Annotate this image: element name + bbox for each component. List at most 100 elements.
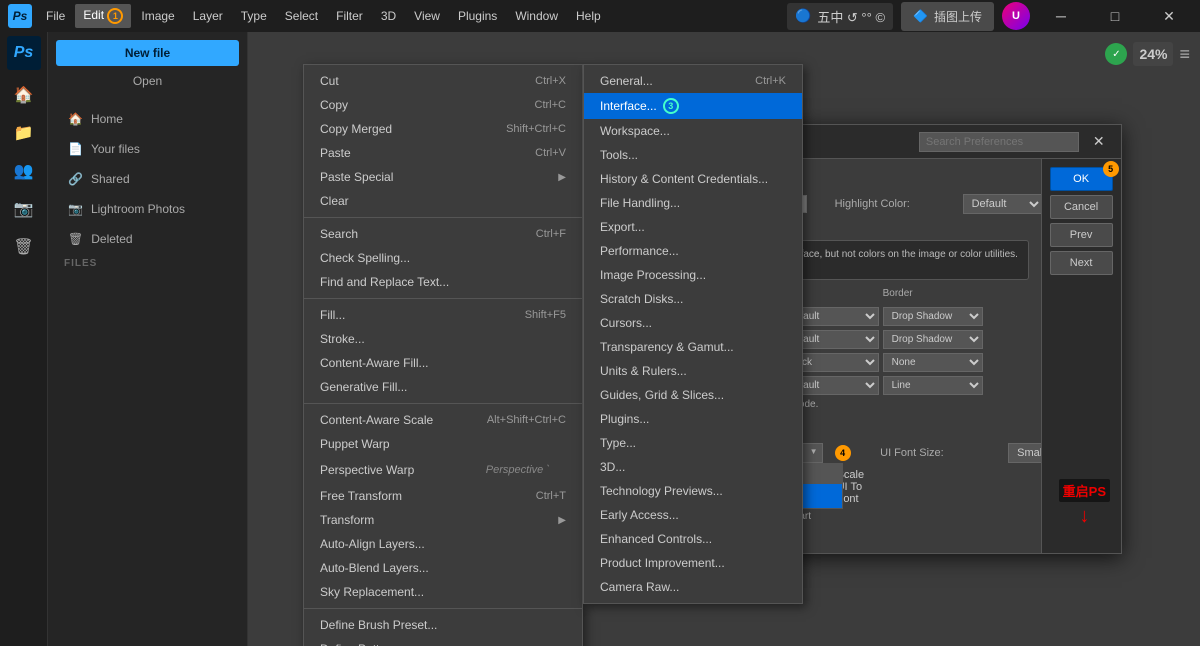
- sidebar-lightroom[interactable]: 📷: [7, 192, 41, 226]
- menu-copy[interactable]: Copy Ctrl+C: [304, 93, 582, 117]
- user-avatar[interactable]: U: [1002, 2, 1030, 30]
- menu-perspective-warp[interactable]: Perspective Warp Perspective `: [304, 456, 582, 484]
- submenu-tools[interactable]: Tools...: [584, 143, 802, 167]
- submenu-enhanced-controls[interactable]: Enhanced Controls...: [584, 527, 802, 551]
- dialog-close-button[interactable]: ✕: [1087, 131, 1111, 152]
- search-preferences[interactable]: [919, 132, 1079, 152]
- next-button[interactable]: Next: [1050, 251, 1113, 275]
- submenu-interface[interactable]: Interface... 3: [584, 93, 802, 119]
- prev-button[interactable]: Prev: [1050, 223, 1113, 247]
- open-button[interactable]: Open: [56, 70, 239, 92]
- chinese-icon: 🔵: [795, 8, 811, 24]
- submenu-workspace[interactable]: Workspace...: [584, 119, 802, 143]
- submenu-transparency[interactable]: Transparency & Gamut...: [584, 335, 802, 359]
- menu-view[interactable]: View: [406, 5, 448, 27]
- title-bar-right: 🔵 五中 ↺ °° © 🔷 插图上传 U ─ □ ✕: [787, 0, 1192, 32]
- submenu-export[interactable]: Export...: [584, 215, 802, 239]
- maximize-button[interactable]: □: [1092, 0, 1138, 32]
- ui-font-row: UI Font Size: Small: [880, 443, 1040, 463]
- menu-paste[interactable]: Paste Ctrl+V: [304, 141, 582, 165]
- menu-3d[interactable]: 3D: [373, 5, 404, 27]
- nav-your-files[interactable]: 📄 Your files: [56, 134, 239, 164]
- submenu-plugins[interactable]: Plugins...: [584, 407, 802, 431]
- submenu-3d[interactable]: 3D...: [584, 455, 802, 479]
- menu-stroke[interactable]: Stroke...: [304, 327, 582, 351]
- copy-shortcut: Ctrl+C: [535, 99, 566, 111]
- edit-badge: 1: [107, 8, 123, 24]
- ui-font-select[interactable]: Small: [1008, 443, 1040, 463]
- menu-define-brush[interactable]: Define Brush Preset...: [304, 613, 582, 637]
- menu-generative-fill[interactable]: Generative Fill...: [304, 375, 582, 399]
- submenu-units-rulers[interactable]: Units & Rulers...: [584, 359, 802, 383]
- submenu-early-access[interactable]: Early Access...: [584, 503, 802, 527]
- menu-window[interactable]: Window: [507, 5, 566, 27]
- cut-shortcut: Ctrl+X: [535, 75, 566, 87]
- menu-content-aware-fill[interactable]: Content-Aware Fill...: [304, 351, 582, 375]
- menu-type[interactable]: Type: [233, 5, 275, 27]
- menu-check-spelling[interactable]: Check Spelling...: [304, 246, 582, 270]
- highlight-color-select[interactable]: Default: [963, 194, 1041, 214]
- menu-auto-blend[interactable]: Auto-Blend Layers...: [304, 556, 582, 580]
- badge-24: 24%: [1133, 42, 1173, 66]
- menu-content-aware-scale[interactable]: Content-Aware Scale Alt+Shift+Ctrl+C: [304, 408, 582, 432]
- menu-filter[interactable]: Filter: [328, 5, 371, 27]
- submenu-tech-previews[interactable]: Technology Previews...: [584, 479, 802, 503]
- edit-menu: Cut Ctrl+X Copy Ctrl+C Copy Merged Shift…: [303, 64, 583, 646]
- menu-puppet-warp[interactable]: Puppet Warp: [304, 432, 582, 456]
- menu-select[interactable]: Select: [277, 5, 326, 27]
- submenu-general[interactable]: General... Ctrl+K: [584, 69, 802, 93]
- menu-auto-align[interactable]: Auto-Align Layers...: [304, 532, 582, 556]
- submenu-cursors[interactable]: Cursors...: [584, 311, 802, 335]
- menu-copy-merged[interactable]: Copy Merged Shift+Ctrl+C: [304, 117, 582, 141]
- menu-layer[interactable]: Layer: [185, 5, 231, 27]
- upload-button[interactable]: 🔷 插图上传: [901, 2, 994, 31]
- menu-search[interactable]: Search Ctrl+F: [304, 222, 582, 246]
- std-border-select[interactable]: Drop Shadow: [883, 307, 983, 326]
- artboards-border[interactable]: Line: [883, 376, 983, 395]
- close-button[interactable]: ✕: [1146, 0, 1192, 32]
- fullscreen-menus-border[interactable]: Drop Shadow: [883, 330, 983, 349]
- menu-sky-replacement[interactable]: Sky Replacement...: [304, 580, 582, 604]
- nav-lightroom[interactable]: 📷 Lightroom Photos: [56, 194, 239, 224]
- sidebar-deleted[interactable]: 🗑: [7, 230, 41, 264]
- submenu-image-processing[interactable]: Image Processing...: [584, 263, 802, 287]
- dialog-actions: OK 5 Cancel Prev Next: [1041, 159, 1121, 553]
- ok-button-container: OK 5: [1050, 167, 1113, 191]
- submenu-file-handling[interactable]: File Handling...: [584, 191, 802, 215]
- menu-plugins[interactable]: Plugins: [450, 5, 505, 27]
- nav-shared[interactable]: 🔗 Shared: [56, 164, 239, 194]
- sidebar-shared[interactable]: 👥: [7, 154, 41, 188]
- submenu-performance[interactable]: Performance...: [584, 239, 802, 263]
- submenu-history[interactable]: History & Content Credentials...: [584, 167, 802, 191]
- submenu-camera-raw[interactable]: Camera Raw...: [584, 575, 802, 599]
- menu-transform[interactable]: Transform ▶: [304, 508, 582, 532]
- nav-home[interactable]: 🏠 Home: [56, 104, 239, 134]
- menu-cut[interactable]: Cut Ctrl+X: [304, 69, 582, 93]
- cancel-button[interactable]: Cancel: [1050, 195, 1113, 219]
- menu-edit[interactable]: Edit 1: [75, 4, 131, 28]
- menu-clear[interactable]: Clear: [304, 189, 582, 213]
- menu-free-transform[interactable]: Free Transform Ctrl+T: [304, 484, 582, 508]
- menu-fill[interactable]: Fill... Shift+F5: [304, 303, 582, 327]
- nav-items: 🏠 Home 📄 Your files 🔗 Shared 📷 Lightroom…: [56, 104, 239, 254]
- menu-image[interactable]: Image: [133, 5, 182, 27]
- submenu-guides[interactable]: Guides, Grid & Slices...: [584, 383, 802, 407]
- menu-paste-special[interactable]: Paste Special ▶: [304, 165, 582, 189]
- menu-find-replace[interactable]: Find and Replace Text...: [304, 270, 582, 294]
- submenu-scratch-disks[interactable]: Scratch Disks...: [584, 287, 802, 311]
- nav-deleted[interactable]: 🗑 Deleted: [56, 224, 239, 254]
- general-shortcut: Ctrl+K: [755, 75, 786, 87]
- submenu-type[interactable]: Type...: [584, 431, 802, 455]
- sidebar-files[interactable]: 📁: [7, 116, 41, 150]
- perspective-tick: Perspective `: [470, 461, 566, 479]
- minimize-button[interactable]: ─: [1038, 0, 1084, 32]
- new-file-button[interactable]: New file: [56, 40, 239, 66]
- menu-file[interactable]: File: [38, 5, 73, 27]
- submenu-product-improvement[interactable]: Product Improvement...: [584, 551, 802, 575]
- ps-logo-titlebar: Ps: [8, 4, 32, 28]
- menu-help[interactable]: Help: [568, 5, 609, 27]
- menu-define-pattern[interactable]: Define Pattern...: [304, 637, 582, 646]
- layers-icon[interactable]: ≡: [1179, 44, 1190, 65]
- sidebar-home[interactable]: 🏠: [7, 78, 41, 112]
- fullscreen-border[interactable]: None: [883, 353, 983, 372]
